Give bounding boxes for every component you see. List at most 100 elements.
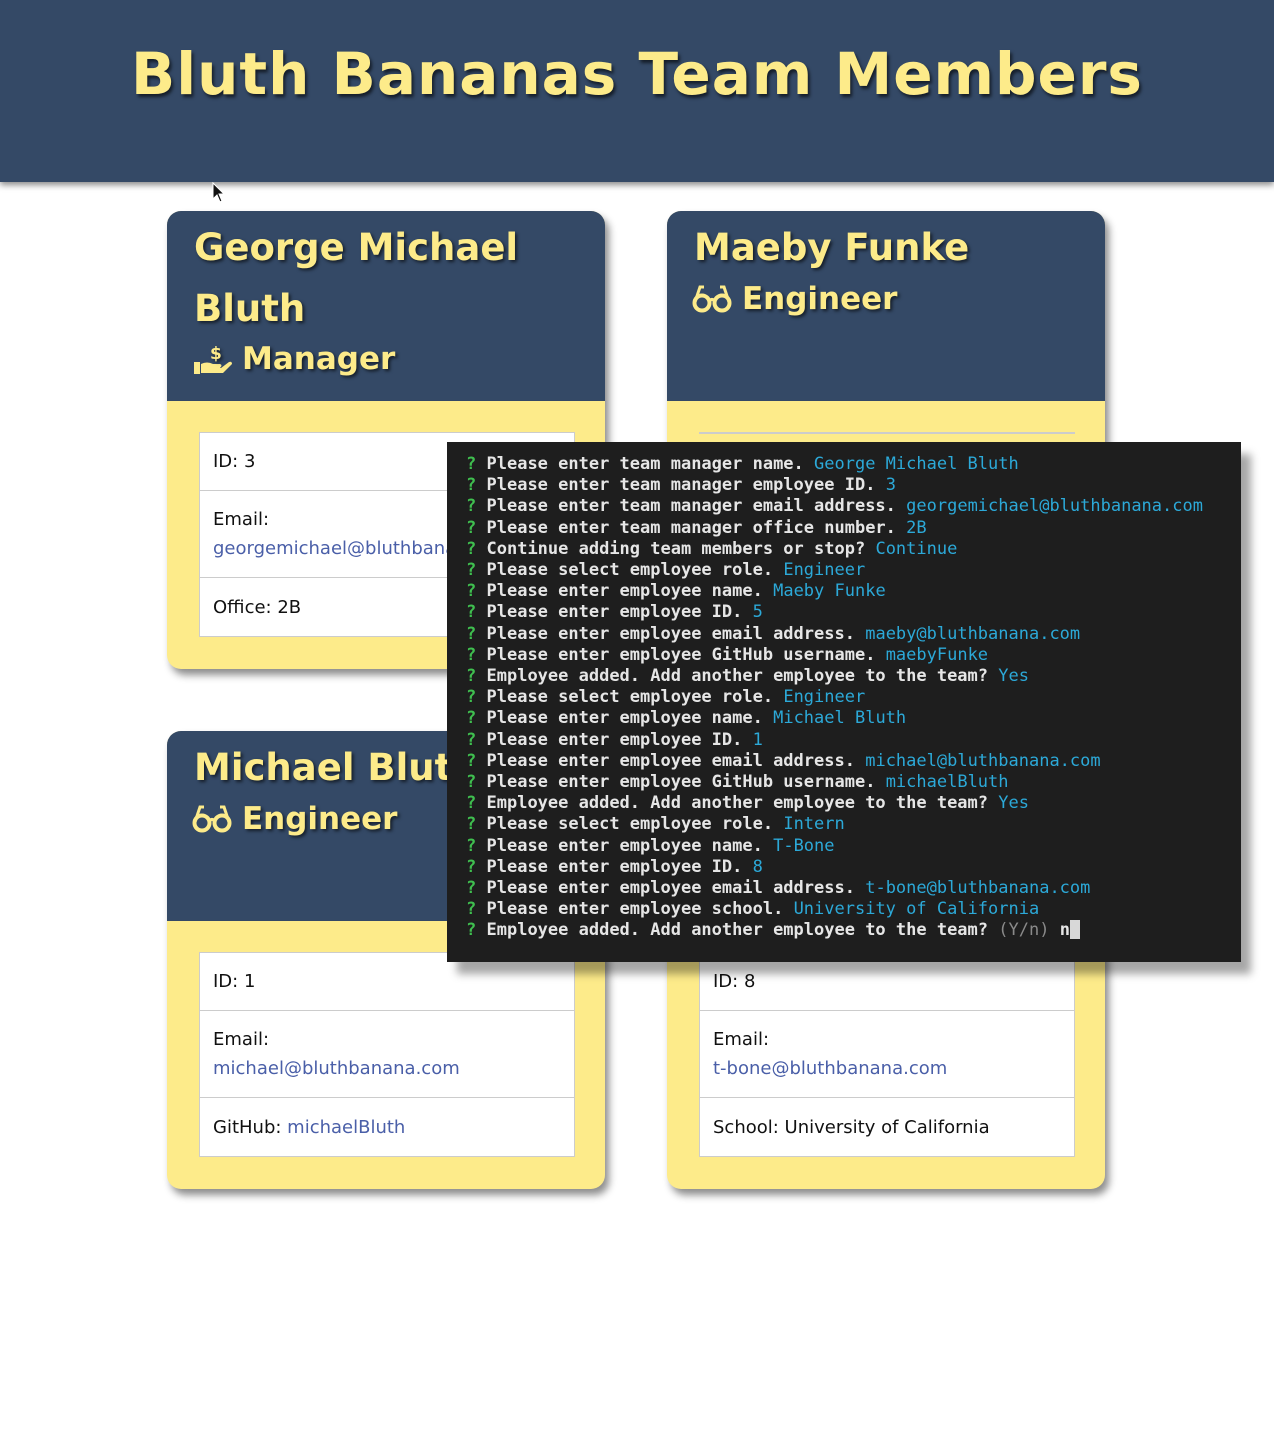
terminal-line: ? Please enter team manager office numbe… bbox=[466, 518, 1241, 539]
svg-text:$: $ bbox=[210, 344, 222, 364]
prompt-answer: George Michael Bluth bbox=[814, 454, 1019, 474]
prompt-marker: ? bbox=[466, 560, 477, 581]
prompt-marker: ? bbox=[466, 496, 477, 517]
prompt-text: Please enter team manager email address. bbox=[486, 496, 896, 517]
terminal-line: ? Please enter employee name. Maeby Funk… bbox=[466, 581, 1241, 602]
terminal-line: ? Please enter employee email address. m… bbox=[466, 751, 1241, 772]
terminal-line: ? Please enter employee email address. m… bbox=[466, 624, 1241, 645]
terminal-line: ? Please enter employee ID. 1 bbox=[466, 730, 1241, 751]
employee-role: Engineer bbox=[692, 281, 897, 317]
terminal-caret bbox=[1069, 920, 1080, 940]
prompt-marker: ? bbox=[466, 814, 477, 835]
prompt-text: Please enter employee GitHub username. bbox=[486, 772, 876, 793]
employee-details bbox=[699, 432, 1075, 434]
prompt-text: Please enter employee ID. bbox=[486, 856, 743, 877]
employee-details: ID: 1 Email: michael@bluthbanana.com Git… bbox=[199, 952, 575, 1157]
prompt-answer: Continue bbox=[875, 538, 958, 559]
prompt-text: Please enter employee ID. bbox=[486, 729, 743, 750]
email-link[interactable]: michael@bluthbanana.com bbox=[213, 1058, 561, 1079]
prompt-marker: ? bbox=[466, 538, 477, 559]
page-header: Bluth Bananas Team Members bbox=[0, 0, 1274, 182]
glasses-icon bbox=[192, 802, 232, 836]
prompt-answer: Yes bbox=[998, 793, 1029, 814]
terminal-output: ? Please enter team manager name. George… bbox=[466, 454, 1241, 920]
prompt-answer: Yes bbox=[998, 666, 1029, 687]
employee-role: Engineer bbox=[192, 801, 397, 837]
terminal-input[interactable]: n bbox=[1060, 920, 1070, 940]
prompt-text: Please enter team manager employee ID. bbox=[486, 475, 876, 496]
prompt-text: Please select employee role. bbox=[486, 687, 774, 708]
prompt-text: Please select employee role. bbox=[486, 560, 774, 581]
terminal-line: ? Please select employee role. Engineer bbox=[466, 687, 1241, 708]
prompt-marker: ? bbox=[466, 878, 477, 899]
prompt-marker: ? bbox=[466, 581, 477, 602]
prompt-marker: ? bbox=[466, 708, 477, 729]
employee-role-label: Engineer bbox=[742, 281, 898, 317]
prompt-text: Please enter employee name. bbox=[486, 708, 763, 729]
prompt-answer: Maeby Funke bbox=[773, 581, 886, 602]
terminal-line: ? Please select employee role. Engineer bbox=[466, 560, 1241, 581]
terminal-line: ? Employee added. Add another employee t… bbox=[466, 793, 1241, 814]
employee-school: School: University of California bbox=[713, 1116, 990, 1138]
prompt-text: Please enter employee email address. bbox=[486, 623, 855, 644]
prompt-answer: georgemichael@bluthbanana.com bbox=[906, 496, 1203, 517]
employee-role-label: Manager bbox=[242, 341, 396, 377]
terminal-line: ? Please enter team manager email addres… bbox=[466, 496, 1241, 517]
terminal-current-prompt[interactable]: ? Employee added. Add another employee t… bbox=[466, 920, 1241, 941]
prompt-marker: ? bbox=[466, 729, 477, 750]
glasses-icon bbox=[692, 282, 732, 316]
prompt-answer: michael@bluthbanana.com bbox=[865, 750, 1101, 771]
prompt-answer: maebyFunke bbox=[885, 644, 989, 665]
prompt-answer: Engineer bbox=[783, 560, 866, 581]
employee-email: Email: t-bone@bluthbanana.com bbox=[700, 1011, 1074, 1098]
email-link[interactable]: t-bone@bluthbanana.com bbox=[713, 1058, 1061, 1079]
terminal-line: ? Please enter employee name. Michael Bl… bbox=[466, 708, 1241, 729]
employee-role-label: Engineer bbox=[242, 801, 398, 837]
prompt-text: Please enter employee school. bbox=[486, 899, 784, 920]
terminal-line: ? Please enter employee ID. 8 bbox=[466, 857, 1241, 878]
terminal-line: ? Please enter team manager employee ID.… bbox=[466, 475, 1241, 496]
mouse-pointer-icon bbox=[212, 182, 226, 203]
prompt-marker: ? bbox=[466, 623, 477, 644]
prompt-marker: ? bbox=[466, 454, 477, 474]
page-title: Bluth Bananas Team Members bbox=[131, 40, 1143, 108]
terminal-line: ? Employee added. Add another employee t… bbox=[466, 666, 1241, 687]
prompt-text: Please enter employee name. bbox=[486, 835, 763, 856]
card-header: Maeby Funke Engineer bbox=[667, 211, 1105, 401]
prompt-text: Please enter team manager office number. bbox=[486, 517, 896, 538]
prompt-answer: 3 bbox=[885, 475, 896, 496]
prompt-text: Continue adding team members or stop? bbox=[486, 538, 866, 559]
prompt-marker: ? bbox=[466, 666, 477, 687]
prompt-answer: t-bone@bluthbanana.com bbox=[865, 878, 1091, 899]
prompt-text: Employee added. Add another employee to … bbox=[486, 793, 989, 814]
prompt-marker: ? bbox=[466, 793, 477, 814]
prompt-answer: T-Bone bbox=[773, 835, 835, 856]
prompt-answer: Intern bbox=[783, 814, 845, 835]
prompt-answer: 5 bbox=[752, 602, 763, 623]
prompt-text: Please enter employee email address. bbox=[486, 750, 855, 771]
prompt-text: Please enter employee name. bbox=[486, 581, 763, 602]
prompt-marker: ? bbox=[466, 772, 477, 793]
prompt-answer: 1 bbox=[752, 729, 763, 750]
terminal-line: ? Please enter employee school. Universi… bbox=[466, 899, 1241, 920]
terminal-line: ? Continue adding team members or stop? … bbox=[466, 539, 1241, 560]
terminal-line: ? Please enter employee name. T-Bone bbox=[466, 836, 1241, 857]
prompt-marker: ? bbox=[466, 750, 477, 771]
employee-email: Email: michael@bluthbanana.com bbox=[200, 1011, 574, 1098]
github-link[interactable]: michaelBluth bbox=[287, 1117, 405, 1138]
employee-role: $ Manager bbox=[192, 341, 395, 377]
terminal-line: ? Please select employee role. Intern bbox=[466, 814, 1241, 835]
prompt-marker: ? bbox=[466, 856, 477, 877]
terminal-window[interactable]: ? Please enter team manager name. George… bbox=[447, 442, 1241, 962]
prompt-marker: ? bbox=[466, 835, 477, 856]
employee-name: Maeby Funke bbox=[694, 226, 970, 269]
prompt-marker: ? bbox=[466, 475, 477, 496]
terminal-line: ? Please enter employee GitHub username.… bbox=[466, 645, 1241, 666]
prompt-answer: 8 bbox=[752, 856, 763, 877]
prompt-text: Please enter team manager name. bbox=[486, 454, 804, 474]
prompt-marker: ? bbox=[466, 644, 477, 665]
terminal-line: ? Please enter employee ID. 5 bbox=[466, 602, 1241, 623]
prompt-text: Please enter employee GitHub username. bbox=[486, 644, 876, 665]
prompt-text: Please select employee role. bbox=[486, 814, 774, 835]
prompt-answer: michaelBluth bbox=[885, 772, 1009, 793]
